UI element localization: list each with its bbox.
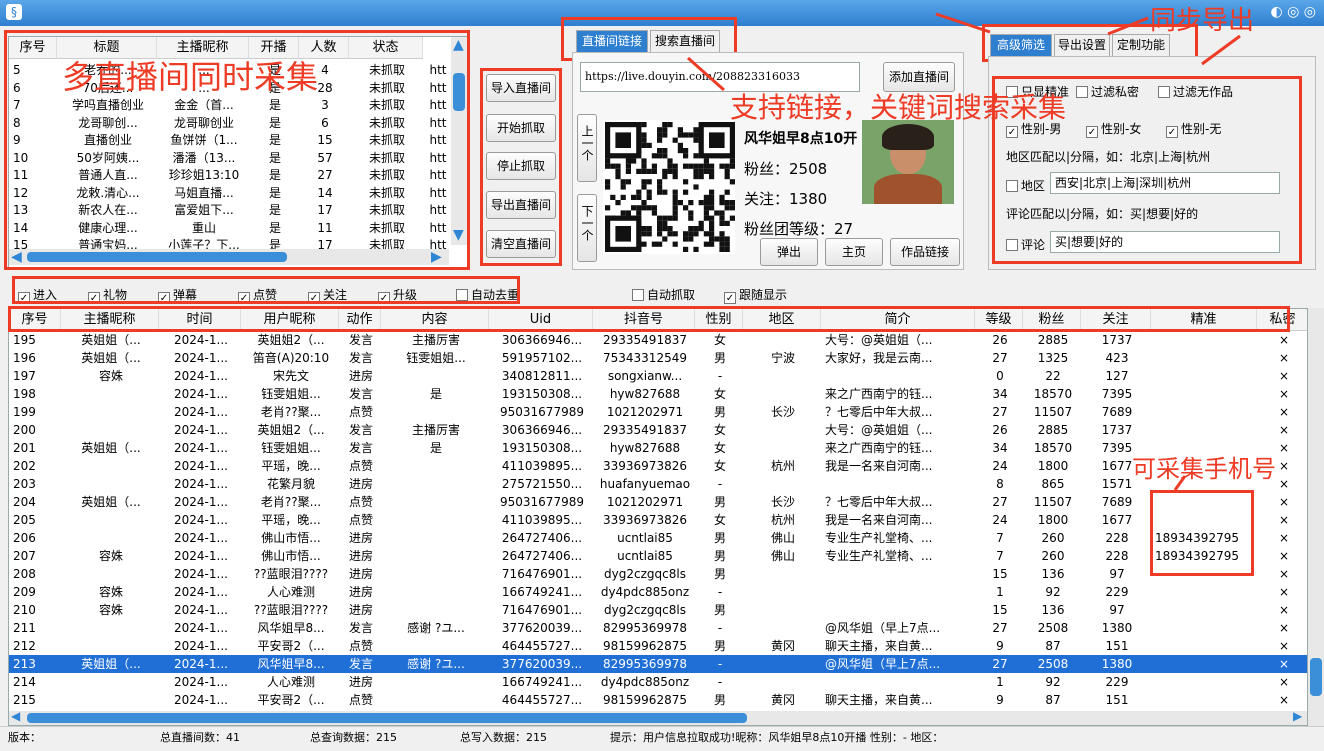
status-total-write: 总写入数据：215 [460, 731, 547, 744]
status-version: 版本： [8, 731, 41, 744]
status-tip: 提示：用户信息拉取成功!昵称：风华姐早8点10开播 性别：- 地区： [610, 731, 944, 744]
status-total-query: 总查询数据：215 [310, 731, 397, 744]
status-total-rooms: 总直播间数：41 [160, 731, 240, 744]
annot-arrows [687, 12, 1241, 491]
